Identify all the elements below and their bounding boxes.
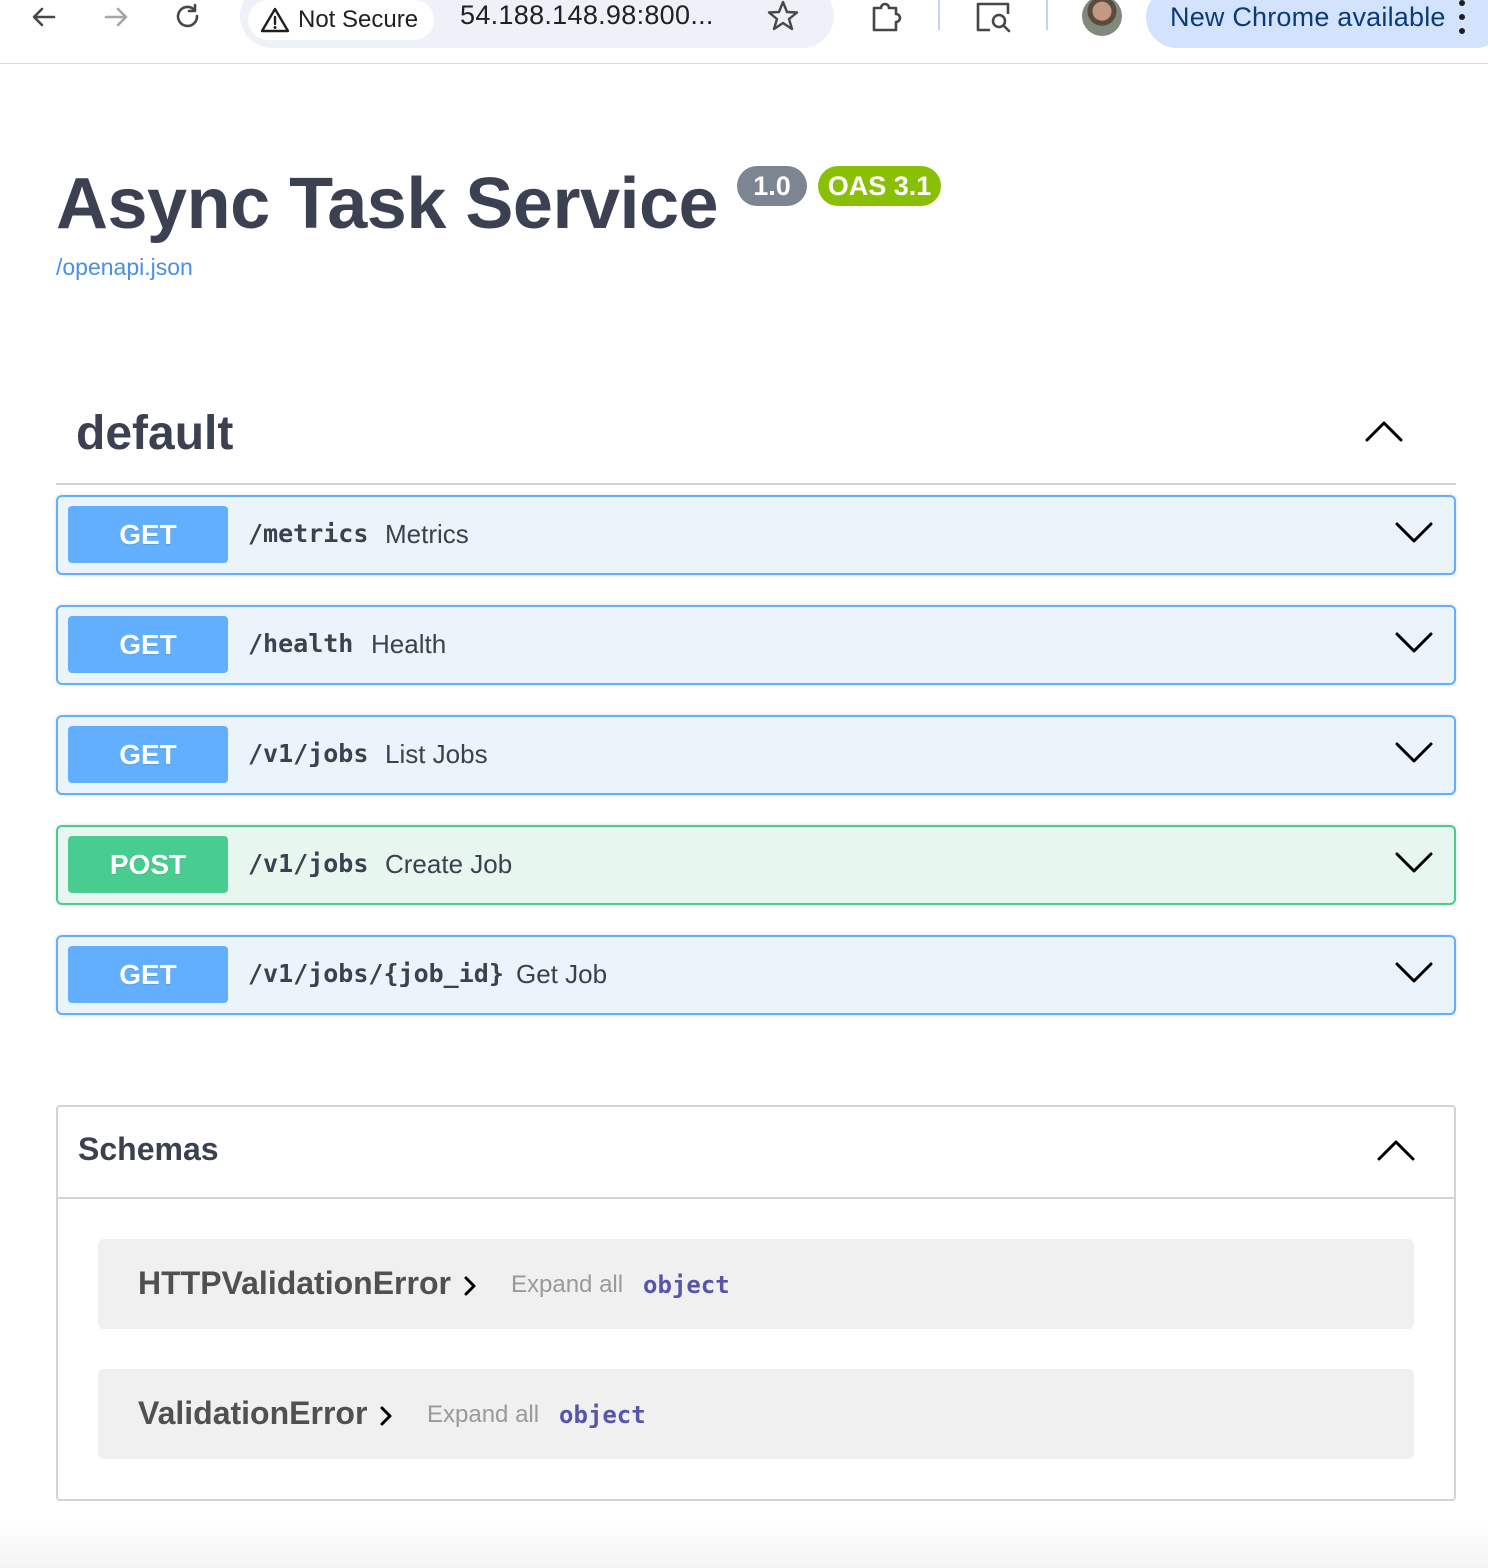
page-bottom-shadow <box>0 1520 1488 1568</box>
reload-button[interactable] <box>168 0 208 34</box>
operation-path: /health <box>248 629 354 658</box>
operation-summary: Create Job <box>385 849 513 879</box>
operation-summary: Get Job <box>516 959 608 989</box>
api-title: Async Task Service <box>56 164 719 244</box>
back-arrow-icon <box>32 7 56 27</box>
schemas-title: Schemas <box>78 1131 219 1167</box>
method-badge: GET <box>68 946 228 1003</box>
openapi-json-link[interactable]: /openapi.json <box>56 254 193 281</box>
more-vert-icon[interactable] <box>1458 0 1466 34</box>
toolbar-divider <box>938 0 940 30</box>
schemas-section: Schemas HTTPValidationError Expand all o… <box>56 1105 1456 1501</box>
operation-get-jobs[interactable]: GET /v1/jobs List Jobs <box>56 715 1456 795</box>
warning-icon <box>260 7 290 33</box>
chrome-update-button[interactable]: New Chrome available <box>1146 0 1488 48</box>
back-button[interactable] <box>24 0 64 34</box>
model-validation-error[interactable]: ValidationError Expand all object <box>98 1369 1414 1459</box>
profile-avatar[interactable] <box>1082 0 1122 36</box>
update-label: New Chrome available <box>1170 2 1446 32</box>
method-badge: GET <box>68 506 228 563</box>
forward-button[interactable] <box>96 0 136 34</box>
security-chip[interactable]: Not Secure <box>248 0 435 40</box>
page-search-icon <box>976 2 1011 33</box>
toolbar-divider <box>1046 0 1048 30</box>
version-badge: 1.0 <box>737 166 807 206</box>
schemas-header[interactable]: Schemas <box>58 1107 1454 1199</box>
extensions-icon <box>872 2 902 32</box>
operation-post-jobs[interactable]: POST /v1/jobs Create Job <box>56 825 1456 905</box>
forward-arrow-icon <box>104 7 128 27</box>
model-name[interactable]: ValidationError <box>138 1395 367 1432</box>
chevron-down-icon[interactable] <box>1394 957 1434 987</box>
expand-all-button[interactable]: Expand all <box>427 1401 539 1429</box>
operation-path: /v1/jobs <box>248 739 369 768</box>
page-search-button[interactable] <box>974 0 1014 34</box>
security-label: Not Secure <box>298 6 419 33</box>
operation-get-metrics[interactable]: GET /metrics Metrics <box>56 495 1456 575</box>
operation-path: /v1/jobs <box>248 849 369 878</box>
chevron-down-icon[interactable] <box>1394 627 1434 657</box>
model-http-validation-error[interactable]: HTTPValidationError Expand all object <box>98 1239 1414 1329</box>
model-type: object <box>559 1401 646 1429</box>
chevron-up-icon[interactable] <box>1376 1135 1416 1165</box>
address-bar[interactable]: Not Secure 54.188.148.98:800... <box>240 0 834 48</box>
star-icon[interactable] <box>766 0 800 33</box>
expand-all-button[interactable]: Expand all <box>511 1271 623 1299</box>
operation-get-health[interactable]: GET /health Health <box>56 605 1456 685</box>
chevron-right-icon[interactable] <box>460 1273 480 1299</box>
chevron-down-icon[interactable] <box>1394 847 1434 877</box>
chevron-down-icon[interactable] <box>1394 517 1434 547</box>
method-badge: GET <box>68 726 228 783</box>
model-name[interactable]: HTTPValidationError <box>138 1265 451 1302</box>
reload-icon <box>176 3 199 28</box>
chevron-right-icon[interactable] <box>376 1403 396 1429</box>
operation-summary: Health <box>371 629 447 659</box>
chevron-down-icon[interactable] <box>1394 737 1434 767</box>
url-text[interactable]: 54.188.148.98:800... <box>460 0 714 31</box>
oas-badge: OAS 3.1 <box>818 166 941 206</box>
operation-path: /metrics <box>248 519 369 548</box>
extensions-button[interactable] <box>866 0 906 34</box>
model-type: object <box>643 1271 730 1299</box>
operation-summary: Metrics <box>385 519 469 549</box>
tag-title[interactable]: default <box>76 406 233 461</box>
browser-toolbar: Not Secure 54.188.148.98:800... New Chro… <box>0 0 1488 64</box>
operation-summary: List Jobs <box>385 739 488 769</box>
method-badge: POST <box>68 836 228 893</box>
operation-path: /v1/jobs/{job_id} <box>248 959 504 988</box>
operation-get-job[interactable]: GET /v1/jobs/{job_id} Get Job <box>56 935 1456 1015</box>
tag-divider <box>56 483 1456 485</box>
chevron-up-icon[interactable] <box>1364 416 1404 446</box>
method-badge: GET <box>68 616 228 673</box>
